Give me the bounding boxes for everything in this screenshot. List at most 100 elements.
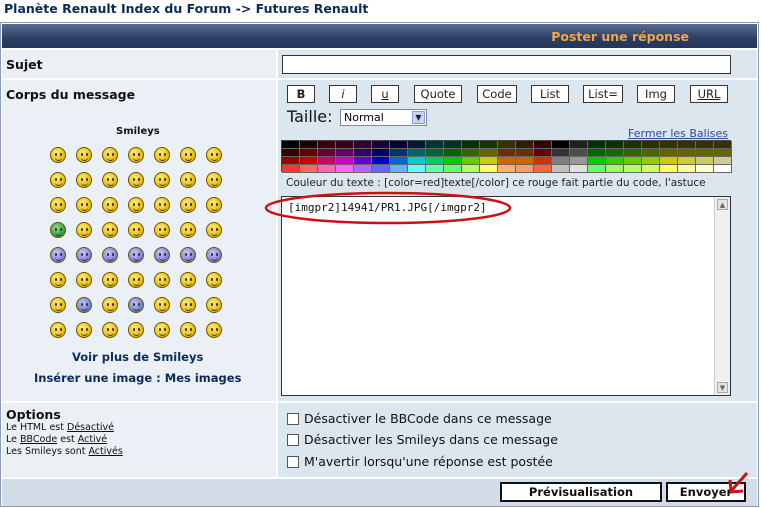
palette-swatch[interactable] — [714, 157, 732, 165]
smiley-icon[interactable] — [50, 197, 66, 213]
smiley-icon[interactable] — [180, 297, 196, 313]
palette-swatch[interactable] — [516, 149, 534, 157]
code-button[interactable]: Code — [477, 85, 517, 103]
palette-swatch[interactable] — [462, 157, 480, 165]
palette-swatch[interactable] — [444, 149, 462, 157]
smiley-icon[interactable] — [50, 297, 66, 313]
palette-swatch[interactable] — [696, 165, 714, 173]
smiley-icon[interactable] — [206, 322, 222, 338]
smiley-icon[interactable] — [154, 247, 170, 263]
palette-swatch[interactable] — [516, 165, 534, 173]
smiley-icon[interactable] — [76, 247, 92, 263]
palette-swatch[interactable] — [552, 149, 570, 157]
palette-swatch[interactable] — [516, 157, 534, 165]
palette-swatch[interactable] — [372, 149, 390, 157]
smiley-icon[interactable] — [76, 322, 92, 338]
palette-swatch[interactable] — [444, 157, 462, 165]
palette-swatch[interactable] — [390, 157, 408, 165]
insert-image-link[interactable]: Insérer une image : Mes images — [34, 371, 241, 385]
palette-swatch[interactable] — [372, 157, 390, 165]
palette-swatch[interactable] — [498, 141, 516, 149]
disable-bbcode-checkbox[interactable] — [287, 413, 299, 425]
smileys-status-value[interactable]: Activés — [88, 446, 122, 457]
palette-swatch[interactable] — [480, 141, 498, 149]
palette-swatch[interactable] — [300, 149, 318, 157]
smiley-icon[interactable] — [180, 222, 196, 238]
palette-swatch[interactable] — [642, 141, 660, 149]
smiley-icon[interactable] — [76, 147, 92, 163]
palette-swatch[interactable] — [624, 149, 642, 157]
smiley-icon[interactable] — [102, 297, 118, 313]
palette-swatch[interactable] — [300, 141, 318, 149]
smiley-icon[interactable] — [128, 297, 144, 313]
palette-swatch[interactable] — [534, 149, 552, 157]
smiley-icon[interactable] — [128, 147, 144, 163]
palette-swatch[interactable] — [498, 149, 516, 157]
smiley-icon[interactable] — [206, 222, 222, 238]
smiley-icon[interactable] — [180, 322, 196, 338]
palette-swatch[interactable] — [318, 149, 336, 157]
smiley-icon[interactable] — [154, 222, 170, 238]
palette-swatch[interactable] — [678, 157, 696, 165]
palette-swatch[interactable] — [588, 141, 606, 149]
palette-swatch[interactable] — [408, 157, 426, 165]
palette-swatch[interactable] — [660, 141, 678, 149]
smiley-icon[interactable] — [206, 197, 222, 213]
palette-swatch[interactable] — [552, 141, 570, 149]
disable-smileys-checkbox[interactable] — [287, 434, 299, 446]
palette-swatch[interactable] — [282, 157, 300, 165]
smiley-icon[interactable] — [76, 297, 92, 313]
palette-swatch[interactable] — [426, 149, 444, 157]
palette-swatch[interactable] — [498, 157, 516, 165]
palette-swatch[interactable] — [534, 157, 552, 165]
palette-swatch[interactable] — [516, 141, 534, 149]
palette-swatch[interactable] — [282, 165, 300, 173]
smiley-icon[interactable] — [102, 322, 118, 338]
palette-swatch[interactable] — [336, 165, 354, 173]
palette-swatch[interactable] — [678, 141, 696, 149]
smiley-icon[interactable] — [154, 172, 170, 188]
smiley-icon[interactable] — [154, 322, 170, 338]
palette-swatch[interactable] — [678, 165, 696, 173]
smiley-icon[interactable] — [180, 147, 196, 163]
close-tags-link[interactable]: Fermer les Balises — [628, 127, 728, 140]
smiley-icon[interactable] — [128, 172, 144, 188]
palette-swatch[interactable] — [282, 149, 300, 157]
palette-swatch[interactable] — [714, 149, 732, 157]
palette-swatch[interactable] — [462, 165, 480, 173]
palette-swatch[interactable] — [390, 141, 408, 149]
palette-swatch[interactable] — [606, 165, 624, 173]
color-palette[interactable] — [281, 140, 732, 173]
smiley-icon[interactable] — [50, 172, 66, 188]
smiley-icon[interactable] — [50, 147, 66, 163]
url-button[interactable]: URL — [690, 85, 728, 103]
palette-swatch[interactable] — [300, 165, 318, 173]
palette-swatch[interactable] — [444, 141, 462, 149]
palette-swatch[interactable] — [642, 149, 660, 157]
palette-swatch[interactable] — [480, 149, 498, 157]
smiley-icon[interactable] — [76, 172, 92, 188]
palette-swatch[interactable] — [390, 165, 408, 173]
palette-swatch[interactable] — [426, 141, 444, 149]
palette-swatch[interactable] — [624, 157, 642, 165]
more-smileys-link[interactable]: Voir plus de Smileys — [72, 350, 203, 364]
smiley-icon[interactable] — [128, 247, 144, 263]
smiley-icon[interactable] — [128, 272, 144, 288]
size-select[interactable]: Normal ▼ — [340, 109, 427, 126]
palette-swatch[interactable] — [534, 165, 552, 173]
bbcode-status-value[interactable]: Activé — [78, 434, 107, 445]
palette-swatch[interactable] — [354, 141, 372, 149]
underline-button[interactable]: u — [371, 85, 399, 103]
palette-swatch[interactable] — [642, 157, 660, 165]
smiley-icon[interactable] — [206, 297, 222, 313]
preview-button[interactable]: Prévisualisation — [500, 482, 662, 502]
palette-swatch[interactable] — [336, 149, 354, 157]
palette-swatch[interactable] — [354, 149, 372, 157]
smiley-icon[interactable] — [102, 172, 118, 188]
palette-swatch[interactable] — [660, 149, 678, 157]
palette-swatch[interactable] — [570, 149, 588, 157]
italic-button[interactable]: i — [329, 85, 357, 103]
palette-swatch[interactable] — [570, 165, 588, 173]
scroll-up-icon[interactable]: ▲ — [717, 199, 728, 210]
smiley-icon[interactable] — [102, 147, 118, 163]
